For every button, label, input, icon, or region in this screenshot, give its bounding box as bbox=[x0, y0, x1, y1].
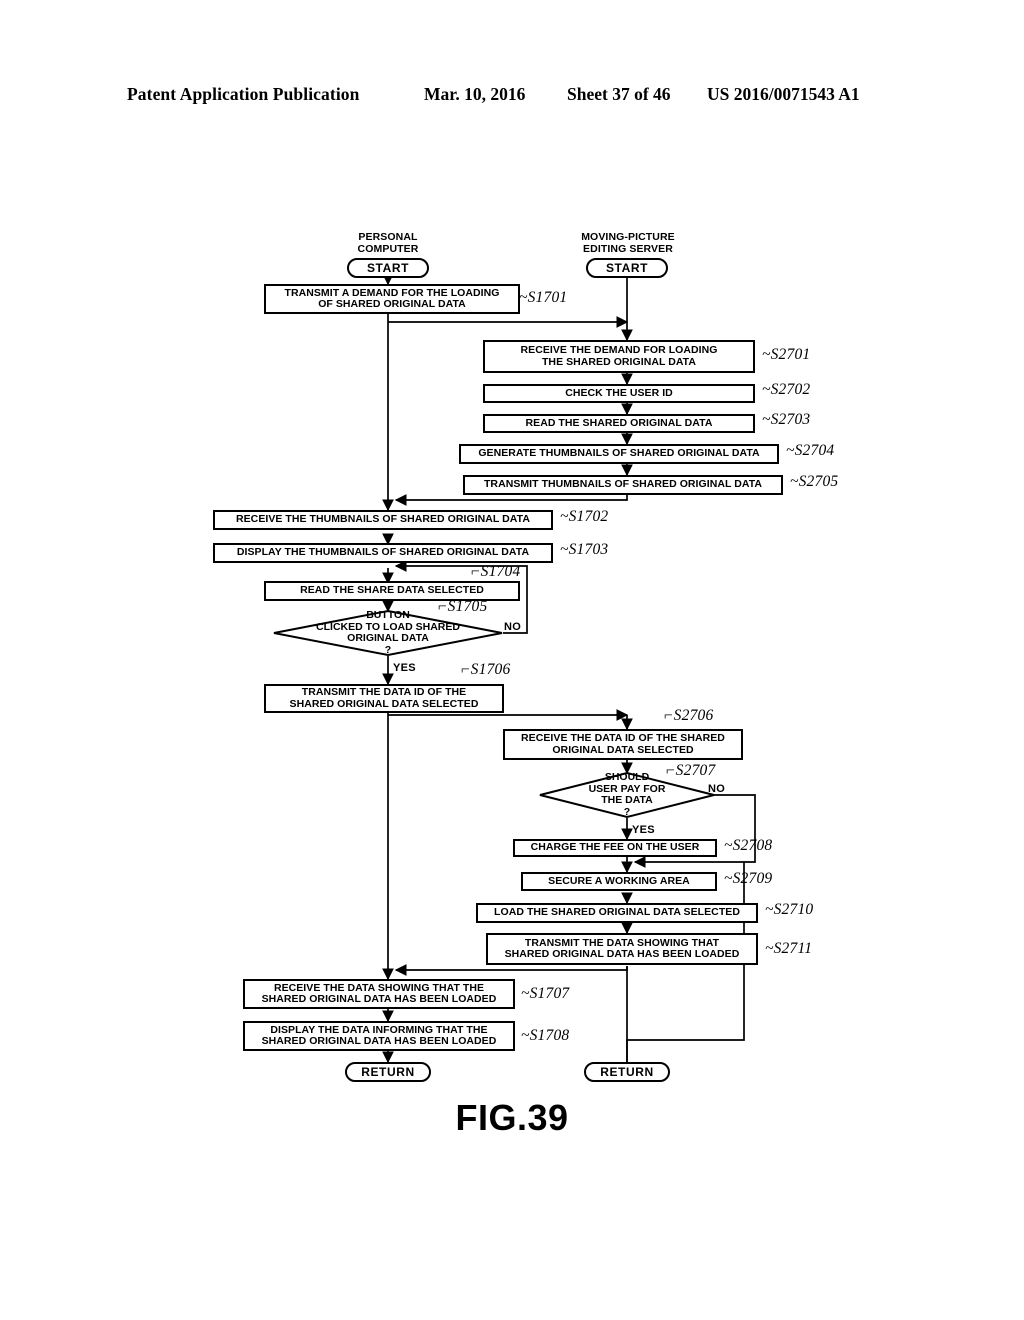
branch-label-s1705-no: NO bbox=[504, 621, 522, 633]
step-ref-s2710: ~S2710 bbox=[765, 901, 814, 918]
step-ref-s1708: ~S1708 bbox=[521, 1027, 570, 1044]
step-ref-s1706: ⌐S1706 bbox=[460, 661, 511, 678]
figure-caption: FIG.39 bbox=[455, 1097, 569, 1138]
step-ref-s2703: ~S2703 bbox=[762, 411, 811, 428]
decision-diamond-s1705: BUTTON CLICKED TO LOAD SHARED ORIGINAL D… bbox=[273, 609, 503, 657]
lane-caption-personal-computer: PERSONAL COMPUTER bbox=[357, 231, 419, 255]
step-box-s1703: DISPLAY THE THUMBNAILS OF SHARED ORIGINA… bbox=[213, 543, 553, 563]
step-box-s2704: GENERATE THUMBNAILS OF SHARED ORIGINAL D… bbox=[459, 444, 779, 464]
step-box-s1702: RECEIVE THE THUMBNAILS OF SHARED ORIGINA… bbox=[213, 510, 553, 530]
step-ref-s2708: ~S2708 bbox=[724, 837, 773, 854]
terminator-server-return: RETURN bbox=[584, 1062, 670, 1082]
step-box-s2701: RECEIVE THE DEMAND FOR LOADING THE SHARE… bbox=[483, 340, 755, 373]
step-box-s2706: RECEIVE THE DATA ID OF THE SHARED ORIGIN… bbox=[503, 729, 743, 760]
step-ref-s2711: ~S2711 bbox=[765, 940, 813, 957]
step-box-s2709: SECURE A WORKING AREA bbox=[521, 872, 717, 891]
step-box-s2711: TRANSMIT THE DATA SHOWING THAT SHARED OR… bbox=[486, 933, 758, 965]
lane-caption-moving-picture-editing-server: MOVING-PICTURE EDITING SERVER bbox=[581, 231, 675, 255]
step-ref-s2706: ⌐S2706 bbox=[663, 707, 714, 724]
step-ref-s2709: ~S2709 bbox=[724, 870, 773, 887]
step-box-s2708: CHARGE THE FEE ON THE USER bbox=[513, 839, 717, 857]
step-box-s1708: DISPLAY THE DATA INFORMING THAT THE SHAR… bbox=[243, 1021, 515, 1051]
step-box-s2710: LOAD THE SHARED ORIGINAL DATA SELECTED bbox=[476, 903, 758, 923]
step-ref-s1707: ~S1707 bbox=[521, 985, 570, 1002]
flowchart-figure: PERSONAL COMPUTER MOVING-PICTURE EDITING… bbox=[0, 0, 1024, 1320]
branch-label-s2707-no: NO bbox=[708, 783, 726, 795]
step-ref-s1702: ~S1702 bbox=[560, 508, 609, 525]
step-ref-s2705: ~S2705 bbox=[790, 473, 839, 490]
step-box-s2703: READ THE SHARED ORIGINAL DATA bbox=[483, 414, 755, 433]
terminator-pc-start: START bbox=[347, 258, 429, 278]
step-ref-s1701: ~S1701 bbox=[519, 289, 568, 306]
step-box-s1701: TRANSMIT A DEMAND FOR THE LOADING OF SHA… bbox=[264, 284, 520, 314]
branch-label-s1705-yes: YES bbox=[393, 662, 416, 674]
step-box-s2702: CHECK THE USER ID bbox=[483, 384, 755, 403]
step-ref-s2707: ⌐S2707 bbox=[665, 762, 716, 779]
step-ref-s2704: ~S2704 bbox=[786, 442, 835, 459]
step-ref-s1704: ⌐S1704 bbox=[470, 563, 521, 580]
step-ref-s2701: ~S2701 bbox=[762, 346, 811, 363]
step-ref-s1703: ~S1703 bbox=[560, 541, 609, 558]
step-box-s1706: TRANSMIT THE DATA ID OF THE SHARED ORIGI… bbox=[264, 684, 504, 713]
step-box-s2705: TRANSMIT THUMBNAILS OF SHARED ORIGINAL D… bbox=[463, 475, 783, 495]
terminator-server-start: START bbox=[586, 258, 668, 278]
step-ref-s2702: ~S2702 bbox=[762, 381, 811, 398]
step-ref-s1705: ⌐S1705 bbox=[437, 598, 488, 615]
terminator-pc-return: RETURN bbox=[345, 1062, 431, 1082]
branch-label-s2707-yes: YES bbox=[632, 824, 655, 836]
step-box-s1707: RECEIVE THE DATA SHOWING THAT THE SHARED… bbox=[243, 979, 515, 1009]
